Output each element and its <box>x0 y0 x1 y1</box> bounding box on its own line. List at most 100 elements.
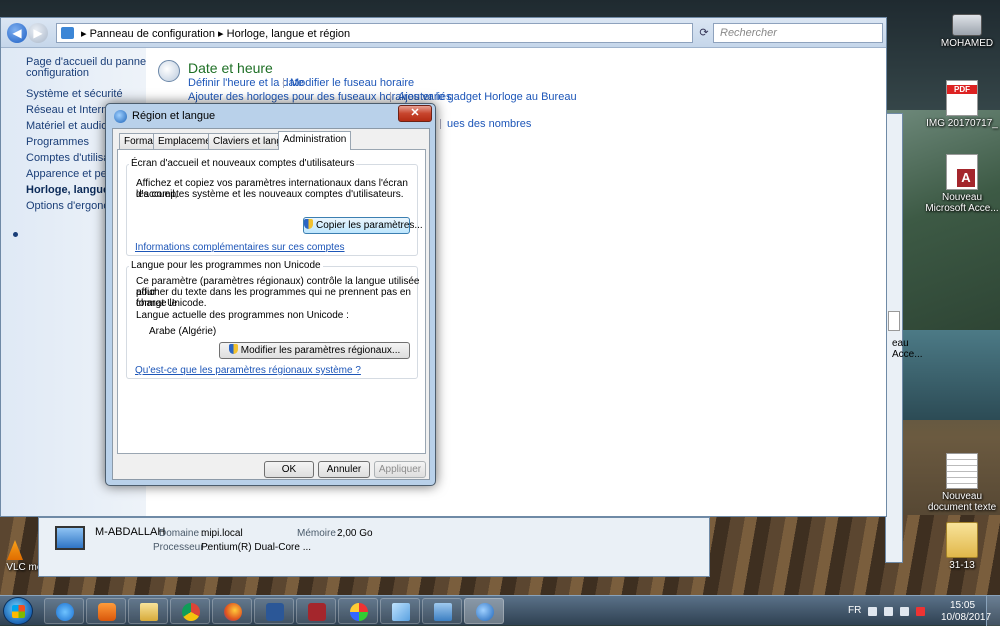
current-language-label: Langue actuelle des programmes non Unico… <box>136 310 349 321</box>
apply-button[interactable]: Appliquer <box>374 461 426 478</box>
breadcrumb-separator: ▸ <box>81 28 87 40</box>
computer-name: M-ABDALLAH <box>95 526 166 538</box>
sidebar-item-home[interactable]: configuration <box>26 67 89 79</box>
dialog-title: Région et langue <box>132 110 216 122</box>
change-locale-button[interactable]: Modifier les paramètres régionaux... <box>219 342 410 359</box>
taskbar-file-explorer[interactable] <box>128 598 168 624</box>
network-icon[interactable] <box>900 607 909 616</box>
welcome-description-line2: les comptes système et les nouveaux comp… <box>136 189 404 200</box>
system-info-window[interactable]: M-ABDALLAH Domaine : mipi.local Mémoire … <box>38 517 710 577</box>
breadcrumb-clock-region[interactable]: Horloge, langue et région <box>227 28 351 40</box>
language-indicator[interactable]: FR <box>848 605 861 616</box>
word-icon <box>266 603 284 621</box>
category-title[interactable]: Date et heure <box>188 60 273 76</box>
memory-label: Mémoire : <box>297 528 342 539</box>
forward-arrow-icon[interactable]: ▶ <box>28 23 48 43</box>
change-timezone-link[interactable]: Modifier le fuseau horaire <box>290 77 414 89</box>
dialog-body: Formats Emplacement Claviers et langues … <box>112 128 430 480</box>
clock-date[interactable]: 10/08/2017 <box>941 612 991 623</box>
vlc-icon <box>7 540 23 560</box>
taskbar-notes[interactable] <box>380 598 420 624</box>
taskbar-chrome[interactable] <box>170 598 210 624</box>
desktop-icon-text-document[interactable]: Nouveau document texte <box>925 453 999 513</box>
taskbar-paint[interactable] <box>338 598 378 624</box>
unicode-description-line3: format Unicode. <box>136 298 207 309</box>
set-time-link[interactable]: Définir l'heure et la date <box>188 77 304 89</box>
address-toolbar: ◀ ▶ ▸ Panneau de configuration ▸ Horloge… <box>1 18 886 48</box>
uac-shield-icon <box>228 344 238 354</box>
tab-administration[interactable]: Administration <box>278 131 352 150</box>
search-input[interactable]: Rechercher <box>713 23 883 43</box>
memory-value: 2,00 Go <box>337 528 373 539</box>
sidebar-item-security[interactable]: Système et sécurité <box>26 88 123 100</box>
domain-value: mipi.local <box>201 528 243 539</box>
change-locale-label: Modifier les paramètres régionaux... <box>240 345 401 356</box>
desktop-icon-label: MOHAMED <box>940 38 994 49</box>
region-language-dialog[interactable]: Région et langue ✕ Formats Emplacement C… <box>105 103 436 486</box>
globe-icon <box>476 603 494 621</box>
pdf-icon <box>946 80 978 116</box>
welcome-group-title: Écran d'accueil et nouveaux comptes d'ut… <box>129 158 357 169</box>
firefox-icon <box>224 603 242 621</box>
desktop-icon-pdf[interactable]: IMG 20170717_ <box>925 80 999 129</box>
start-button[interactable] <box>3 597 33 625</box>
taskbar-region-language[interactable] <box>464 598 504 624</box>
domain-label: Domaine : <box>159 528 205 539</box>
chrome-icon <box>182 603 200 621</box>
taskbar-firefox[interactable] <box>212 598 252 624</box>
breadcrumb-control-panel[interactable]: Panneau de configuration <box>90 28 215 40</box>
taskbar-control-panel[interactable] <box>422 598 462 624</box>
partial-label-line1: eau <box>892 338 909 349</box>
what-is-system-locale-link[interactable]: Qu'est-ce que les paramètres régionaux s… <box>135 365 361 376</box>
volume-icon[interactable] <box>884 607 893 616</box>
add-clock-gadget-link[interactable]: Ajouter le gadget Horloge au Bureau <box>398 91 577 103</box>
notes-icon <box>392 603 410 621</box>
taskbar-word[interactable] <box>254 598 294 624</box>
sidebar-item-network[interactable]: Réseau et Internet <box>26 104 117 116</box>
internet-explorer-icon <box>56 603 74 621</box>
paint-icon <box>350 603 368 621</box>
address-bar[interactable]: ▸ Panneau de configuration ▸ Horloge, la… <box>56 23 693 43</box>
taskbar-access[interactable] <box>296 598 336 624</box>
taskbar-internet-explorer[interactable] <box>44 598 84 624</box>
close-button[interactable]: ✕ <box>398 105 432 122</box>
computer-icon <box>952 14 982 36</box>
control-panel-icon <box>61 27 74 39</box>
action-center-icon[interactable] <box>916 607 925 616</box>
folder-icon <box>140 603 158 621</box>
desktop-icon-label: 31-13 <box>949 560 975 571</box>
desktop-icon-label: IMG 20170717_ <box>926 118 998 129</box>
globe-icon <box>114 110 127 123</box>
sidebar-item-hardware[interactable]: Matériel et audio <box>26 120 107 132</box>
number-formats-link[interactable]: ues des nombres <box>447 118 531 130</box>
text-document-icon <box>946 453 978 489</box>
desktop-icon-label: Nouveau document texte <box>927 491 997 513</box>
clock-time[interactable]: 15:05 <box>950 600 975 611</box>
background-window-right[interactable]: eau Acce... <box>885 113 923 563</box>
copy-settings-label: Copier les paramètres... <box>316 220 423 231</box>
cancel-button[interactable]: Annuler <box>318 461 370 478</box>
partial-label-line2: Acce... <box>892 349 923 360</box>
cpu-value: Pentium(R) Dual-Core ... <box>201 542 312 553</box>
link-divider <box>390 92 391 102</box>
back-arrow-icon[interactable]: ◀ <box>7 23 27 43</box>
taskbar-media-player[interactable] <box>86 598 126 624</box>
access-icon <box>946 154 978 190</box>
document-icon <box>888 311 900 331</box>
tray-expand-icon[interactable] <box>868 607 877 616</box>
copy-settings-button[interactable]: Copier les paramètres... <box>303 217 423 234</box>
control-panel-icon <box>434 603 452 621</box>
desktop-icon-computer[interactable]: MOHAMED <box>930 14 1000 49</box>
computer-monitor-icon <box>55 526 85 550</box>
taskbar: FR 15:05 10/08/2017 <box>0 595 1000 626</box>
more-info-accounts-link[interactable]: Informations complémentaires sur ces com… <box>135 242 345 253</box>
desktop-icon-folder[interactable]: 31-13 <box>925 522 999 571</box>
ok-button[interactable]: OK <box>264 461 314 478</box>
desktop-icon-label: Nouveau Microsoft Acce... <box>925 192 999 214</box>
show-desktop-button[interactable] <box>986 596 1000 626</box>
desktop-icon-access[interactable]: Nouveau Microsoft Acce... <box>925 154 999 214</box>
non-unicode-group-title: Langue pour les programmes non Unicode <box>129 260 323 271</box>
sidebar-item-programs[interactable]: Programmes <box>26 136 89 148</box>
clock-icon <box>158 60 180 82</box>
refresh-icon[interactable]: ⟳ <box>697 23 711 43</box>
